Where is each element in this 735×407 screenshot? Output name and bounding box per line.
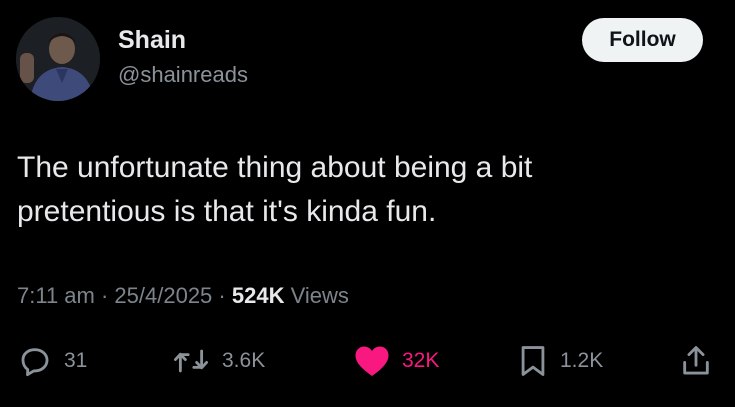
- reply-button[interactable]: 31: [18, 338, 87, 384]
- reply-count: 31: [64, 349, 88, 372]
- retweet-count: 3.6K: [222, 349, 266, 372]
- tweet-date[interactable]: 25/4/2025: [114, 283, 212, 308]
- reply-icon: [18, 344, 52, 378]
- meta-separator: ·: [94, 283, 115, 308]
- like-count: 32K: [402, 349, 440, 372]
- like-button[interactable]: 32K: [354, 338, 439, 384]
- retweet-button[interactable]: 3.6K: [172, 338, 265, 384]
- action-bar: 31 3.6K 32K 1.2K: [0, 338, 735, 384]
- views-count[interactable]: 524K: [232, 283, 285, 308]
- author-handle[interactable]: @shainreads: [118, 61, 248, 89]
- tweet-time[interactable]: 7:11 am: [17, 283, 95, 308]
- bookmark-count: 1.2K: [560, 349, 604, 372]
- author-name[interactable]: Shain: [118, 25, 186, 55]
- avatar-photo: [16, 17, 100, 101]
- bookmark-button[interactable]: 1.2K: [518, 338, 603, 384]
- tweet-meta: 7:11 am · 25/4/2025 · 524K Views: [17, 281, 349, 311]
- heart-icon: [354, 344, 390, 378]
- tweet-text-line: pretentious is that it's kinda fun.: [17, 195, 437, 228]
- avatar[interactable]: [16, 17, 100, 101]
- follow-button[interactable]: Follow: [582, 18, 703, 62]
- tweet-card: Shain @shainreads Follow The unfortunate…: [0, 0, 735, 407]
- views-label: Views: [290, 283, 349, 308]
- share-icon: [680, 344, 712, 378]
- retweet-icon: [172, 344, 210, 378]
- bookmark-icon: [518, 344, 548, 378]
- tweet-text-line: The unfortunate thing about being a bit: [17, 151, 533, 184]
- tweet-text: The unfortunate thing about being a bit …: [17, 146, 707, 234]
- meta-separator: ·: [212, 283, 232, 308]
- share-button[interactable]: [680, 338, 712, 384]
